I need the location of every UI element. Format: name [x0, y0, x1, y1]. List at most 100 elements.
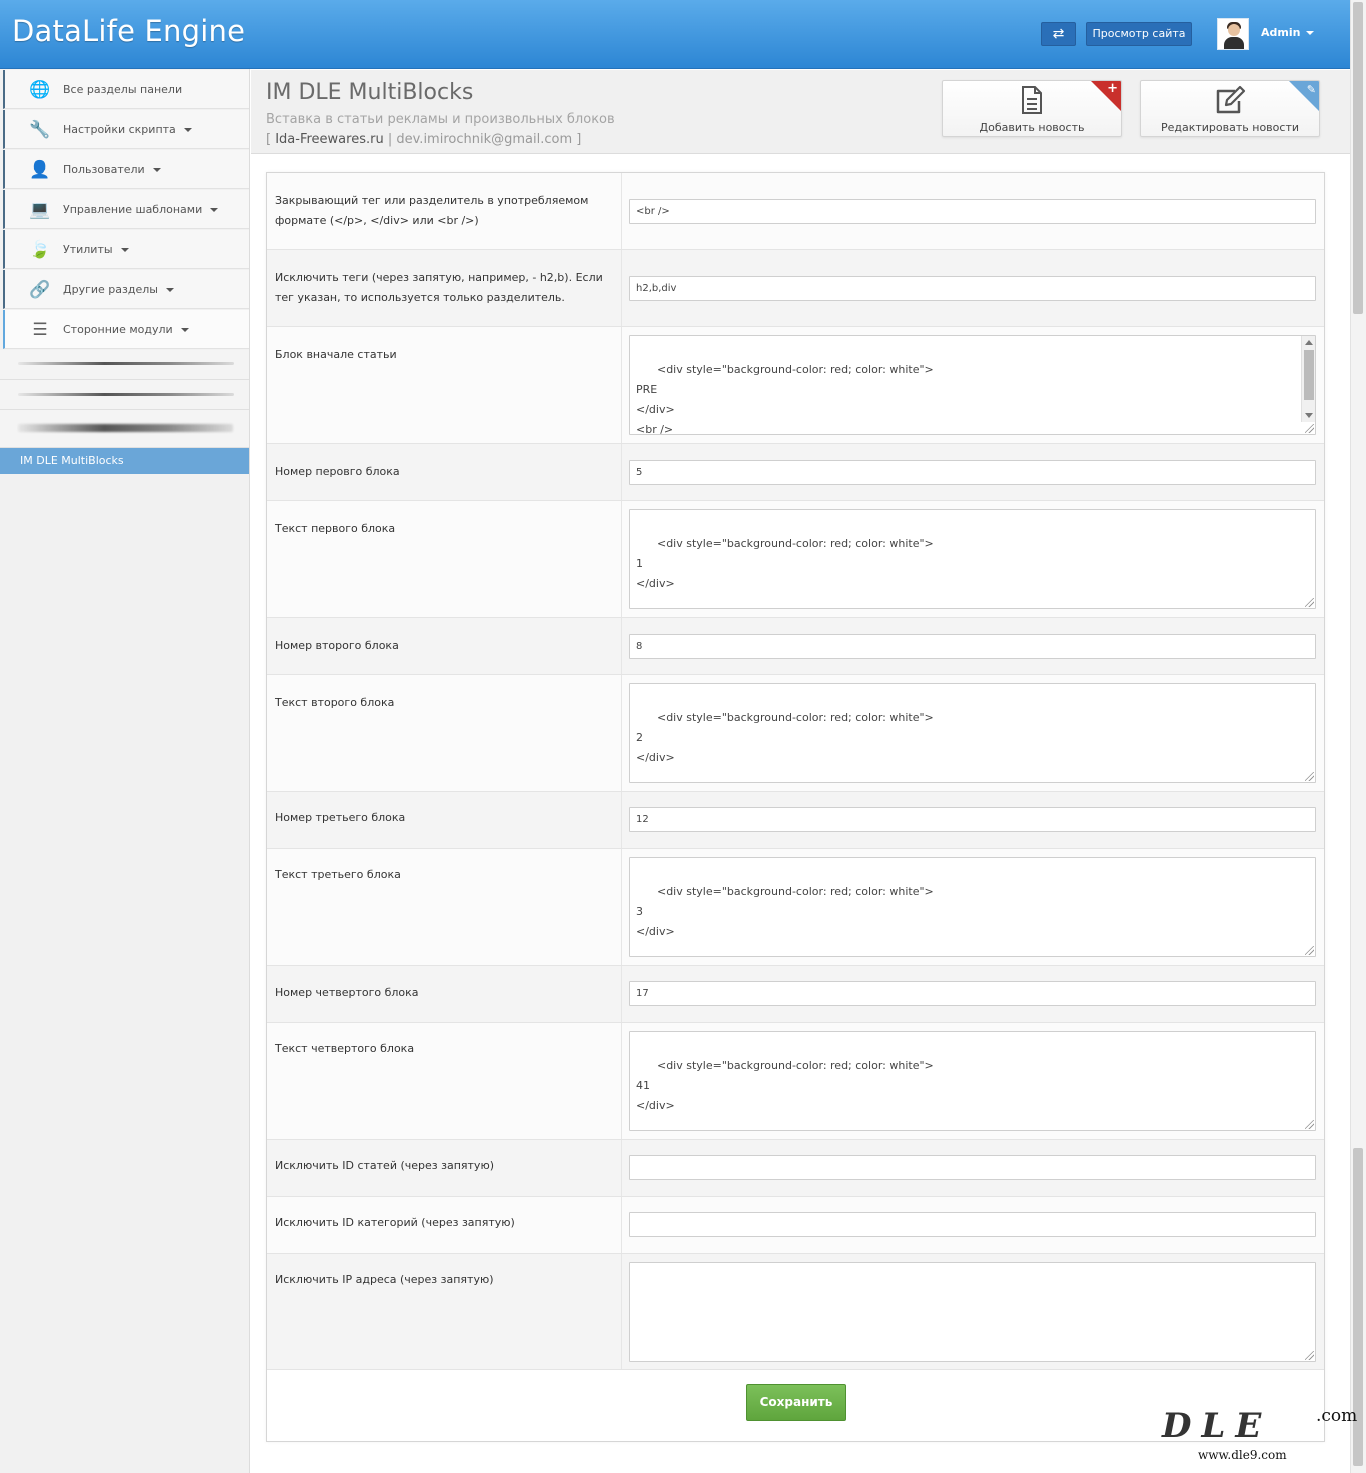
resize-grip-icon[interactable]	[1305, 1351, 1314, 1360]
resize-grip-icon[interactable]	[1305, 1120, 1314, 1129]
settings-form: Закрывающий тег или разделитель в употре…	[266, 172, 1325, 1442]
textarea-scrollbar[interactable]	[1301, 336, 1315, 422]
laptop-icon: 💻	[29, 200, 51, 220]
second-number-input[interactable]: 8	[629, 634, 1316, 659]
save-button[interactable]: Сохранить	[746, 1384, 846, 1421]
resize-grip-icon[interactable]	[1305, 598, 1314, 607]
form-row-third-number: Номер третьего блока 12	[267, 792, 1324, 849]
exclude-ips-textarea[interactable]	[629, 1262, 1316, 1362]
exclude-ids-label: Исключить ID статей (через запятую)	[275, 1159, 494, 1172]
edit-icon	[1216, 85, 1246, 114]
exclude-ids-input[interactable]	[629, 1155, 1316, 1180]
fourth-text-textarea[interactable]: <div style="background-color: red; color…	[629, 1031, 1316, 1131]
scroll-down-arrow-icon[interactable]	[1305, 413, 1313, 418]
row-divider	[621, 250, 622, 326]
add-news-button[interactable]: + Добавить новость	[942, 80, 1122, 137]
third-text-content: <div style="background-color: red; color…	[636, 885, 934, 938]
pencil-icon: ✎	[1306, 83, 1316, 96]
first-text-textarea[interactable]: <div style="background-color: red; color…	[629, 509, 1316, 609]
redaction-stroke	[18, 393, 234, 396]
sidebar-item-label: Другие разделы	[63, 283, 174, 296]
sidebar-submenu-redacted[interactable]	[0, 350, 249, 380]
redaction-stroke	[18, 424, 233, 432]
form-row-fourth-number: Номер четвертого блока 17	[267, 966, 1324, 1023]
row-divider	[621, 1140, 622, 1196]
first-number-input[interactable]: 5	[629, 460, 1316, 485]
sidebar-item-templates[interactable]: 💻 Управление шаблонами	[3, 190, 249, 229]
resize-grip-icon[interactable]	[1305, 946, 1314, 955]
second-text-content: <div style="background-color: red; color…	[636, 711, 934, 764]
form-row-exclude-categories: Исключить ID категорий (через запятую)	[267, 1197, 1324, 1254]
edit-news-button[interactable]: ✎ Редактировать новости	[1140, 80, 1320, 137]
sidebar-item-text: Настройки скрипта	[63, 123, 176, 136]
chevron-down-icon	[165, 288, 174, 292]
sidebar-item-multiblocks[interactable]: IM DLE MultiBlocks	[0, 448, 249, 474]
user-name: Admin	[1261, 26, 1301, 39]
chevron-down-icon	[210, 208, 219, 212]
third-text-textarea[interactable]: <div style="background-color: red; color…	[629, 857, 1316, 957]
brand-logo[interactable]: DataLife Engine	[12, 14, 245, 48]
user-menu[interactable]: Admin	[1261, 26, 1315, 39]
avatar[interactable]	[1217, 18, 1249, 50]
exclude-categories-label: Исключить ID категорий (через запятую)	[275, 1216, 515, 1229]
first-text-content: <div style="background-color: red; color…	[636, 537, 934, 590]
row-divider	[621, 173, 622, 249]
user-icon: 👤	[29, 160, 51, 180]
second-text-label: Текст второго блока	[275, 696, 395, 709]
resize-grip-icon[interactable]	[1305, 772, 1314, 781]
add-news-label: Добавить новость	[979, 121, 1085, 134]
document-icon	[1022, 86, 1042, 114]
row-divider	[621, 618, 622, 674]
redaction-stroke	[18, 362, 234, 365]
link-icon: 🔗	[29, 280, 51, 300]
scroll-up-arrow-icon[interactable]	[1305, 340, 1313, 345]
bracket-close: ]	[576, 132, 582, 147]
fourth-text-content: <div style="background-color: red; color…	[636, 1059, 934, 1112]
start-block-textarea[interactable]: <div style="background-color: red; color…	[629, 335, 1316, 435]
second-number-label: Номер второго блока	[275, 639, 399, 652]
sidebar-item-label: Все разделы панели	[63, 83, 183, 96]
closing-tag-label: Закрывающий тег или разделитель в употре…	[275, 194, 589, 227]
author-email-link[interactable]: dev.imirochnik@gmail.com	[396, 132, 572, 147]
sidebar-submenu-redacted[interactable]	[0, 380, 249, 410]
textarea-scroll-thumb[interactable]	[1304, 350, 1314, 400]
page-scrollbar[interactable]	[1350, 0, 1366, 1473]
fourth-text-label: Текст четвертого блока	[275, 1042, 415, 1055]
row-divider	[621, 1197, 622, 1253]
third-number-label: Номер третьего блока	[275, 811, 406, 824]
sidebar-item-all-sections[interactable]: 🌐 Все разделы панели	[3, 70, 249, 109]
form-row-third-text: Текст третьего блока <div style="backgro…	[267, 849, 1324, 966]
swap-icon-button[interactable]: ⇄	[1041, 22, 1076, 46]
fourth-number-input[interactable]: 17	[629, 981, 1316, 1006]
sidebar-item-script-settings[interactable]: 🔧 Настройки скрипта	[3, 110, 249, 149]
sidebar-item-other-sections[interactable]: 🔗 Другие разделы	[3, 270, 249, 309]
form-row-exclude-ips: Исключить IP адреса (через запятую)	[267, 1254, 1324, 1370]
avatar-body	[1224, 37, 1244, 49]
exclude-tags-label: Исключить теги (через запятую, например,…	[275, 271, 603, 304]
author-site-link[interactable]: Ida-Freewares.ru	[275, 132, 383, 147]
closing-tag-input[interactable]: <br />	[629, 199, 1316, 224]
third-text-label: Текст третьего блока	[275, 868, 401, 881]
list-icon: ☰	[32, 320, 48, 340]
second-text-textarea[interactable]: <div style="background-color: red; color…	[629, 683, 1316, 783]
form-row-second-text: Текст второго блока <div style="backgrou…	[267, 675, 1324, 792]
view-site-button[interactable]: Просмотр сайта	[1086, 22, 1192, 46]
sidebar-item-users[interactable]: 👤 Пользователи	[3, 150, 249, 189]
row-divider	[621, 444, 622, 500]
exclude-tags-input[interactable]: h2,b,div	[629, 276, 1316, 301]
form-row-second-number: Номер второго блока 8	[267, 618, 1324, 675]
sidebar-submenu-redacted[interactable]	[0, 410, 249, 448]
exclude-categories-input[interactable]	[629, 1212, 1316, 1237]
resize-grip-icon[interactable]	[1305, 424, 1314, 433]
chevron-down-icon	[120, 248, 129, 252]
exclude-ips-label: Исключить IP адреса (через запятую)	[275, 1273, 494, 1286]
row-divider	[621, 675, 622, 791]
sidebar-item-third-party-modules[interactable]: ☰ Сторонние модули	[3, 310, 249, 349]
swap-icon: ⇄	[1052, 26, 1065, 42]
start-block-label: Блок вначале статьи	[275, 348, 397, 361]
scrollbar-thumb[interactable]	[1353, 2, 1363, 314]
watermark-big: DLE	[1162, 1406, 1272, 1446]
third-number-input[interactable]: 12	[629, 807, 1316, 832]
globe-icon: 🌐	[29, 80, 51, 100]
sidebar-item-utilities[interactable]: 🍃 Утилиты	[3, 230, 249, 269]
